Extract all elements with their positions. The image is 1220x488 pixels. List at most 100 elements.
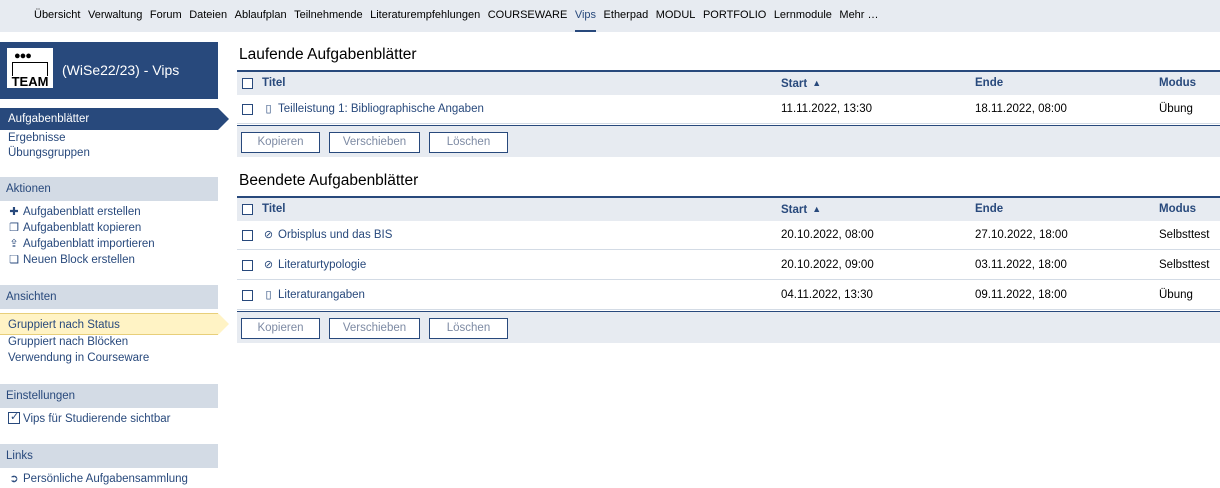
setting-visible-for-students[interactable]: Vips für Studierende sichtbar xyxy=(0,410,218,425)
sheet-mode: Übung xyxy=(1159,289,1193,301)
col-start[interactable]: Start ▲ xyxy=(781,72,821,96)
sheet-start: 11.11.2022, 13:30 xyxy=(781,103,873,115)
row-checkbox[interactable] xyxy=(242,104,253,115)
nav-etherpad[interactable]: Etherpad xyxy=(604,0,649,32)
document-icon: ▯ xyxy=(265,289,272,301)
finished-table-footer: Kopieren Verschieben Löschen xyxy=(237,311,1220,343)
nav-ablaufplan[interactable]: Ablaufplan xyxy=(235,0,287,32)
view-grouped-by-status[interactable]: Gruppiert nach Status xyxy=(0,313,229,335)
nav-literaturempfehlungen[interactable]: Literaturempfehlungen xyxy=(370,0,480,32)
import-icon: ⇪ xyxy=(9,238,19,250)
sidebar-item-uebungsgruppen[interactable]: Übungsgruppen xyxy=(0,147,218,159)
sheet-title-link[interactable]: ⊘ Orbisplus und das BIS xyxy=(262,221,393,250)
col-end[interactable]: Ende xyxy=(975,198,1003,221)
course-title: (WiSe22/23) - Vips xyxy=(62,62,180,78)
col-mode[interactable]: Modus xyxy=(1159,72,1196,95)
team-logo: ●●● TEAM xyxy=(7,48,53,89)
sheet-title-link[interactable]: ▯ Literaturangaben xyxy=(262,281,365,310)
action-create-sheet[interactable]: ✚ Aufgabenblatt erstellen xyxy=(0,205,218,218)
sheet-title-link[interactable]: ⊘ Literaturtypologie xyxy=(262,251,366,280)
sheet-end: 27.10.2022, 18:00 xyxy=(975,229,1068,241)
col-start[interactable]: Start ▲ xyxy=(781,198,821,222)
nav-forum[interactable]: Forum xyxy=(150,0,182,32)
action-label: Aufgabenblatt erstellen xyxy=(23,206,141,218)
nav-verwaltung[interactable]: Verwaltung xyxy=(88,0,142,32)
row-checkbox[interactable] xyxy=(242,260,253,271)
col-start-label: Start xyxy=(781,204,808,216)
delete-button[interactable]: Löschen xyxy=(429,132,508,153)
nav-lernmodule[interactable]: Lernmodule xyxy=(774,0,832,32)
running-table-header: Titel Start ▲ Ende Modus xyxy=(237,70,1220,95)
col-title[interactable]: Titel xyxy=(262,198,285,221)
col-end[interactable]: Ende xyxy=(975,72,1003,95)
settings-header: Einstellungen xyxy=(0,384,218,408)
move-button[interactable]: Verschieben xyxy=(329,132,420,153)
view-courseware-usage[interactable]: Verwendung in Courseware xyxy=(0,352,218,364)
nav-vips[interactable]: Vips xyxy=(574,0,597,32)
nav-teilnehmende[interactable]: Teilnehmende xyxy=(294,0,363,32)
sheet-start: 20.10.2022, 08:00 xyxy=(781,229,874,241)
table-row: ⊘ Orbisplus und das BIS 20.10.2022, 08:00… xyxy=(237,221,1220,250)
sheet-title: Literaturangaben xyxy=(278,289,365,301)
sheet-mode: Selbsttest xyxy=(1159,259,1210,271)
plus-icon: ✚ xyxy=(9,206,19,218)
nav-courseware[interactable]: COURSEWARE xyxy=(488,0,568,32)
move-button[interactable]: Verschieben xyxy=(329,318,420,339)
col-mode[interactable]: Modus xyxy=(1159,198,1196,221)
link-personal-collection[interactable]: ➲ Persönliche Aufgabensammlung xyxy=(0,472,218,485)
sheet-end: 09.11.2022, 18:00 xyxy=(975,289,1067,301)
views-header: Ansichten xyxy=(0,285,218,309)
sheet-title: Orbisplus und das BIS xyxy=(278,229,393,241)
sheet-title-link[interactable]: ▯ Teilleistung 1: Bibliographische Angabe… xyxy=(262,95,484,124)
action-copy-sheet[interactable]: ❐ Aufgabenblatt kopieren xyxy=(0,221,218,234)
copy-button[interactable]: Kopieren xyxy=(241,318,320,339)
sheet-mode: Selbsttest xyxy=(1159,229,1210,241)
finished-table-header: Titel Start ▲ Ende Modus xyxy=(237,196,1220,221)
link-label: Persönliche Aufgabensammlung xyxy=(23,473,188,485)
sheet-title: Teilleistung 1: Bibliographische Angaben xyxy=(278,103,484,115)
sort-up-icon: ▲ xyxy=(812,78,822,88)
sheet-start: 20.10.2022, 09:00 xyxy=(781,259,874,271)
running-sheets-heading: Laufende Aufgabenblätter xyxy=(239,46,417,63)
setting-label: Vips für Studierende sichtbar xyxy=(23,413,171,425)
nav-modul[interactable]: MODUL xyxy=(656,0,696,32)
col-title[interactable]: Titel xyxy=(262,72,285,95)
copy-icon: ❐ xyxy=(9,222,19,234)
row-checkbox[interactable] xyxy=(242,290,253,301)
copy-button[interactable]: Kopieren xyxy=(241,132,320,153)
sheet-end: 18.11.2022, 08:00 xyxy=(975,103,1067,115)
action-new-block[interactable]: ❏ Neuen Block erstellen xyxy=(0,253,218,266)
sidebar: ●●● TEAM (WiSe22/23) - Vips Aufgabenblät… xyxy=(0,32,230,488)
action-label: Aufgabenblatt kopieren xyxy=(23,222,142,234)
delete-button[interactable]: Löschen xyxy=(429,318,508,339)
sidebar-item-aufgabenblaetter[interactable]: Aufgabenblätter xyxy=(0,108,229,130)
select-all-checkbox[interactable] xyxy=(242,204,253,215)
action-import-sheet[interactable]: ⇪ Aufgabenblatt importieren xyxy=(0,237,218,250)
nav-mehr[interactable]: Mehr … xyxy=(839,0,878,32)
links-header: Links xyxy=(0,444,218,468)
row-checkbox[interactable] xyxy=(242,230,253,241)
check-circle-icon: ⊘ xyxy=(263,229,274,241)
nav-uebersicht[interactable]: Übersicht xyxy=(34,0,80,32)
table-row: ▯ Teilleistung 1: Bibliographische Angabe… xyxy=(237,95,1220,124)
sheet-end: 03.11.2022, 18:00 xyxy=(975,259,1067,271)
sheet-mode: Übung xyxy=(1159,103,1193,115)
nav-dateien[interactable]: Dateien xyxy=(189,0,227,32)
action-label: Neuen Block erstellen xyxy=(23,254,135,266)
logo-text: TEAM xyxy=(11,74,49,89)
sheet-start: 04.11.2022, 13:30 xyxy=(781,289,873,301)
finished-sheets-heading: Beendete Aufgabenblätter xyxy=(239,172,419,189)
circle-arrow-icon: ➲ xyxy=(9,473,19,485)
people-icon: ●●● xyxy=(14,50,32,62)
sidebar-item-ergebnisse[interactable]: Ergebnisse xyxy=(0,132,218,144)
table-row: ▯ Literaturangaben 04.11.2022, 13:30 09.1… xyxy=(237,281,1220,310)
checkbox-checked-icon[interactable] xyxy=(8,410,20,424)
col-start-label: Start xyxy=(781,78,808,90)
running-table-footer: Kopieren Verschieben Löschen xyxy=(237,125,1220,157)
nav-portfolio[interactable]: PORTFOLIO xyxy=(703,0,766,32)
course-context-header: ●●● TEAM (WiSe22/23) - Vips xyxy=(0,42,218,99)
sort-up-icon: ▲ xyxy=(812,204,822,214)
select-all-checkbox[interactable] xyxy=(242,78,253,89)
table-row: ⊘ Literaturtypologie 20.10.2022, 09:00 03… xyxy=(237,251,1220,280)
view-grouped-by-blocks[interactable]: Gruppiert nach Blöcken xyxy=(0,336,218,348)
